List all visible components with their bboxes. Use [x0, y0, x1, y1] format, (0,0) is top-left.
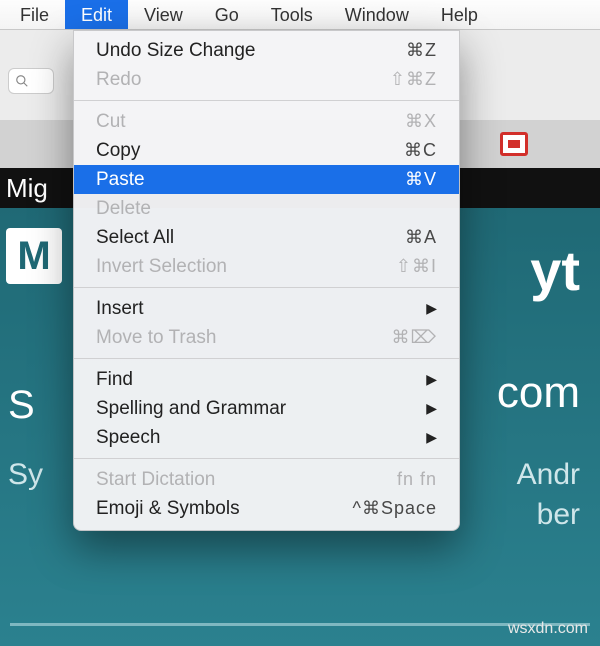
menubar: File Edit View Go Tools Window Help: [0, 0, 600, 30]
menu-item-shortcut: ⌘A: [405, 227, 437, 248]
menu-view[interactable]: View: [128, 0, 199, 29]
menu-item-label: Paste: [96, 169, 145, 191]
menu-go[interactable]: Go: [199, 0, 255, 29]
menu-item-redo: Redo ⇧⌘Z: [74, 65, 459, 94]
menu-separator: [74, 458, 459, 459]
bg-text: Andr: [517, 458, 580, 492]
menu-window[interactable]: Window: [329, 0, 425, 29]
menu-item-label: Spelling and Grammar: [96, 398, 286, 420]
menu-item-label: Select All: [96, 227, 174, 249]
menu-item-undo[interactable]: Undo Size Change ⌘Z: [74, 36, 459, 65]
bg-text: S: [8, 383, 35, 428]
menu-item-start-dictation: Start Dictation fn fn: [74, 465, 459, 494]
bg-text: ber: [537, 498, 580, 532]
menu-item-find[interactable]: Find ▶: [74, 365, 459, 394]
submenu-arrow-icon: ▶: [426, 371, 437, 388]
menu-item-label: Emoji & Symbols: [96, 498, 240, 520]
menu-item-shortcut: ⌘⌦: [392, 327, 437, 348]
bg-text: com: [497, 368, 580, 418]
title-fragment: Mig: [6, 173, 48, 203]
menu-item-label: Find: [96, 369, 133, 391]
divider-line: [10, 623, 590, 626]
menu-item-shortcut: ⇧⌘Z: [390, 69, 437, 90]
watermark: wsxdn.com: [508, 620, 588, 638]
menu-item-shortcut: ^⌘Space: [353, 498, 437, 519]
bg-text: Sy: [8, 458, 43, 492]
menu-item-label: Move to Trash: [96, 327, 216, 349]
menu-item-label: Copy: [96, 140, 140, 162]
menu-item-invert-selection: Invert Selection ⇧⌘I: [74, 252, 459, 281]
menu-item-cut: Cut ⌘X: [74, 107, 459, 136]
menu-item-delete: Delete: [74, 194, 459, 223]
menu-tools[interactable]: Tools: [255, 0, 329, 29]
search-icon: [15, 74, 29, 88]
menu-item-shortcut: fn fn: [397, 469, 437, 490]
menu-item-shortcut: ⌘V: [405, 169, 437, 190]
submenu-arrow-icon: ▶: [426, 400, 437, 417]
menu-item-move-to-trash: Move to Trash ⌘⌦: [74, 323, 459, 352]
menu-item-insert[interactable]: Insert ▶: [74, 294, 459, 323]
menu-item-label: Redo: [96, 69, 141, 91]
menu-item-shortcut: ⌘C: [404, 140, 437, 161]
menu-item-label: Undo Size Change: [96, 40, 256, 62]
menu-item-speech[interactable]: Speech ▶: [74, 423, 459, 452]
menu-edit[interactable]: Edit: [65, 0, 128, 29]
menu-separator: [74, 358, 459, 359]
menu-separator: [74, 287, 459, 288]
menu-item-label: Invert Selection: [96, 256, 227, 278]
search-field[interactable]: [8, 68, 54, 94]
menu-item-emoji-symbols[interactable]: Emoji & Symbols ^⌘Space: [74, 494, 459, 523]
menu-file[interactable]: File: [4, 0, 65, 29]
submenu-arrow-icon: ▶: [426, 429, 437, 446]
menu-item-label: Start Dictation: [96, 469, 215, 491]
menu-item-spelling[interactable]: Spelling and Grammar ▶: [74, 394, 459, 423]
menu-item-shortcut: ⌘X: [405, 111, 437, 132]
menu-item-select-all[interactable]: Select All ⌘A: [74, 223, 459, 252]
menu-help[interactable]: Help: [425, 0, 494, 29]
bg-text: yt: [530, 238, 580, 303]
logo-badge: M: [6, 228, 62, 284]
menu-item-shortcut: ⌘Z: [406, 40, 437, 61]
menu-item-label: Cut: [96, 111, 126, 133]
menu-item-label: Speech: [96, 427, 160, 449]
menu-item-shortcut: ⇧⌘I: [396, 256, 437, 277]
menu-separator: [74, 100, 459, 101]
edit-dropdown: Undo Size Change ⌘Z Redo ⇧⌘Z Cut ⌘X Copy…: [73, 30, 460, 531]
menu-item-label: Delete: [96, 198, 151, 220]
menu-item-label: Insert: [96, 298, 144, 320]
menu-item-copy[interactable]: Copy ⌘C: [74, 136, 459, 165]
swatch-red[interactable]: [500, 132, 528, 156]
submenu-arrow-icon: ▶: [426, 300, 437, 317]
menu-item-paste[interactable]: Paste ⌘V: [74, 165, 459, 194]
